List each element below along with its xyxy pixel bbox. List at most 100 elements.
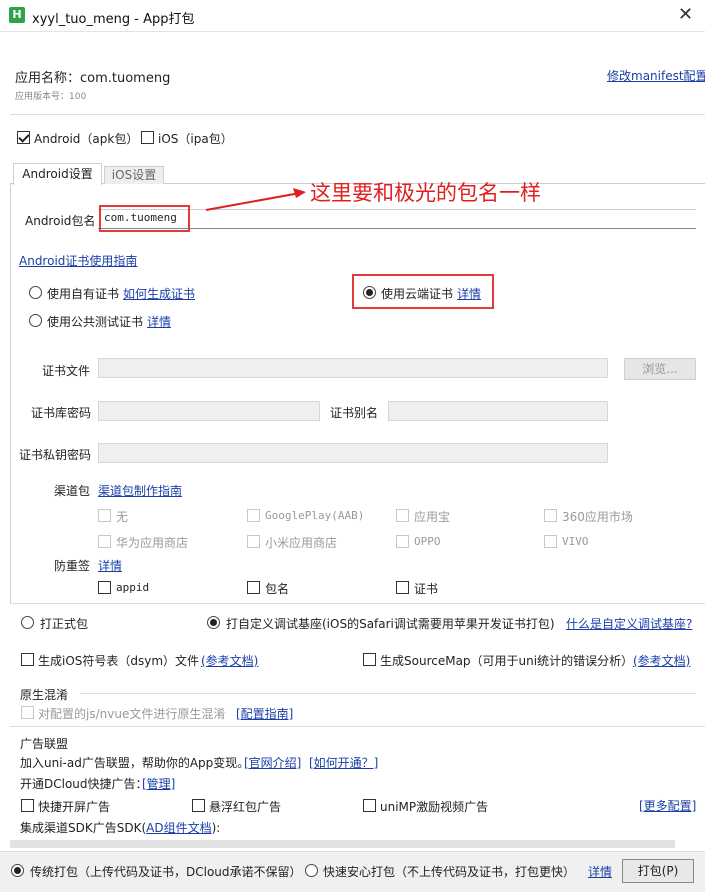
channel-option-label: 小米应用商店 xyxy=(265,536,338,550)
cert-file-input[interactable] xyxy=(98,358,608,378)
android-cert-guide-link[interactable]: Android证书使用指南 xyxy=(19,252,137,269)
dcloud-ads-manage-link[interactable]: [管理] xyxy=(142,775,175,792)
ads-title: 广告联盟 xyxy=(20,737,69,751)
cert-cloud-radio[interactable] xyxy=(363,286,376,299)
anti-option-label: 包名 xyxy=(265,582,290,596)
channel-none-checkbox[interactable] xyxy=(98,509,111,522)
hbuilder-app-icon: H xyxy=(9,7,25,23)
anti-cert-checkbox[interactable] xyxy=(396,581,409,594)
ads-intro: 加入uni-ad广告联盟，帮助你的App变现。 xyxy=(20,756,250,770)
android-package-label: Android包名 xyxy=(25,214,96,228)
channel-guide-link[interactable]: 渠道包制作指南 xyxy=(98,482,182,499)
cert-public-label: 使用公共测试证书 xyxy=(47,315,144,329)
browse-button[interactable]: 浏览... xyxy=(624,358,696,380)
keystore-password-label: 证书库密码 xyxy=(31,406,92,420)
anti-appid-checkbox[interactable] xyxy=(98,581,111,594)
splash-ad-label: 快捷开屏广告 xyxy=(38,800,111,814)
cert-cloud-details-link[interactable]: 详情 xyxy=(457,285,481,302)
obfuscation-checkbox[interactable] xyxy=(21,706,34,719)
app-name-label: 应用名称：com.tuomeng xyxy=(15,71,171,86)
anti-resign-label: 防重签 xyxy=(54,559,91,573)
android-checkbox[interactable] xyxy=(17,131,30,144)
divider xyxy=(10,114,705,115)
traditional-pack-label: 传统打包（上传代码及证书，DCloud承诺不保留） xyxy=(30,865,302,879)
channel-360-checkbox[interactable] xyxy=(544,509,557,522)
ads-how-to-link[interactable]: [如何开通？] xyxy=(309,754,378,771)
traditional-pack-radio[interactable] xyxy=(11,864,24,877)
more-config-link[interactable]: [更多配置] xyxy=(639,797,696,814)
android-platform-label: Android（apk包） xyxy=(34,132,139,146)
channel-option-label: OPPO xyxy=(414,535,441,548)
sourcemap-label: 生成SourceMap（可用于uni统计的错误分析） xyxy=(380,654,634,668)
channel-xiaomi-checkbox[interactable] xyxy=(247,535,260,548)
cert-alias-label: 证书别名 xyxy=(330,406,379,420)
app-version-label: 应用版本号：100 xyxy=(15,92,87,102)
channel-oppo-checkbox[interactable] xyxy=(396,535,409,548)
channel-option-label: 无 xyxy=(116,510,129,524)
how-to-generate-cert-link[interactable]: 如何生成证书 xyxy=(123,285,195,302)
unimp-video-ad-checkbox[interactable] xyxy=(363,799,376,812)
close-icon[interactable]: ✕ xyxy=(678,4,693,25)
modify-manifest-link[interactable]: 修改manifest配置 xyxy=(607,67,705,84)
sourcemap-checkbox[interactable] xyxy=(363,653,376,666)
tab-ios-settings[interactable]: iOS设置 xyxy=(104,166,164,184)
anti-option-label: 证书 xyxy=(414,582,439,596)
channel-yingyongbao-checkbox[interactable] xyxy=(396,509,409,522)
cert-cloud-label: 使用云端证书 xyxy=(381,287,454,301)
private-key-password-input[interactable] xyxy=(98,443,608,463)
splash-ad-checkbox[interactable] xyxy=(21,799,34,812)
channel-huawei-checkbox[interactable] xyxy=(98,535,111,548)
window-title: xyyl_tuo_meng - App打包 xyxy=(32,12,195,27)
tab-android-settings[interactable]: Android设置 xyxy=(13,163,102,185)
divider xyxy=(80,693,696,694)
pack-button[interactable]: 打包(P) xyxy=(622,859,694,883)
float-red-ad-checkbox[interactable] xyxy=(192,799,205,812)
ad-component-docs-link[interactable]: AD组件文档 xyxy=(146,821,211,835)
fast-safe-pack-radio[interactable] xyxy=(305,864,318,877)
ios-platform-label: iOS（ipa包） xyxy=(158,132,233,146)
cert-public-details-link[interactable]: 详情 xyxy=(147,313,171,330)
cert-alias-input[interactable] xyxy=(388,401,608,421)
ads-official-link[interactable]: [官网介绍] xyxy=(244,754,301,771)
cert-file-label: 证书文件 xyxy=(42,364,91,378)
sdk-ads-label-suffix: ): xyxy=(211,821,221,835)
sourcemap-docs-link[interactable]: (参考文档) xyxy=(633,652,690,669)
fast-safe-pack-label: 快速安心打包（不上传代码及证书，打包更快） xyxy=(323,865,576,879)
dsym-docs-link[interactable]: (参考文档) xyxy=(201,652,258,669)
package-highlight-box xyxy=(99,205,190,232)
custom-base-label: 打自定义调试基座(iOS的Safari调试需要用苹果开发证书打包) xyxy=(226,617,555,631)
channel-vivo-checkbox[interactable] xyxy=(544,535,557,548)
dcloud-ads-label: 开通DCloud快捷广告： xyxy=(20,777,148,791)
obfuscation-guide-link[interactable]: [配置指南] xyxy=(236,705,293,722)
pack-details-link[interactable]: 详情 xyxy=(588,863,612,880)
float-red-ad-label: 悬浮红包广告 xyxy=(209,800,282,814)
channel-option-label: 360应用市场 xyxy=(562,510,633,524)
annotation-text: 这里要和极光的包名一样 xyxy=(310,181,541,205)
divider xyxy=(10,726,705,727)
dsym-label: 生成iOS符号表（dsym）文件 xyxy=(38,654,200,668)
channel-option-label: 华为应用商店 xyxy=(116,536,189,550)
keystore-password-input[interactable] xyxy=(98,401,320,421)
anti-resign-details-link[interactable]: 详情 xyxy=(98,557,122,574)
ios-checkbox[interactable] xyxy=(141,131,154,144)
anti-option-label: appid xyxy=(116,581,150,594)
cert-own-label: 使用自有证书 xyxy=(47,287,120,301)
android-settings-panel xyxy=(10,183,705,603)
cert-public-radio[interactable] xyxy=(29,314,42,327)
channel-googleplay-checkbox[interactable] xyxy=(247,509,260,522)
custom-base-help-link[interactable]: 什么是自定义调试基座? xyxy=(566,615,701,632)
release-build-radio[interactable] xyxy=(21,616,34,629)
private-key-password-label: 证书私钥密码 xyxy=(19,448,92,462)
horizontal-scrollbar[interactable] xyxy=(10,840,675,848)
sdk-ads-label: 集成渠道SDK广告SDK(AD组件文档): xyxy=(20,819,220,836)
sdk-ads-label-prefix: 集成渠道SDK广告SDK( xyxy=(20,821,147,835)
annotation-arrow-icon xyxy=(205,188,306,211)
obfuscation-title: 原生混淆 xyxy=(20,688,69,702)
dsym-checkbox[interactable] xyxy=(21,653,34,666)
channel-option-label: 应用宝 xyxy=(414,510,451,524)
unimp-video-ad-label: uniMP激励视频广告 xyxy=(380,800,489,814)
cert-own-radio[interactable] xyxy=(29,286,42,299)
custom-base-radio[interactable] xyxy=(207,616,220,629)
channel-option-label: VIVO xyxy=(562,535,589,548)
anti-package-checkbox[interactable] xyxy=(247,581,260,594)
